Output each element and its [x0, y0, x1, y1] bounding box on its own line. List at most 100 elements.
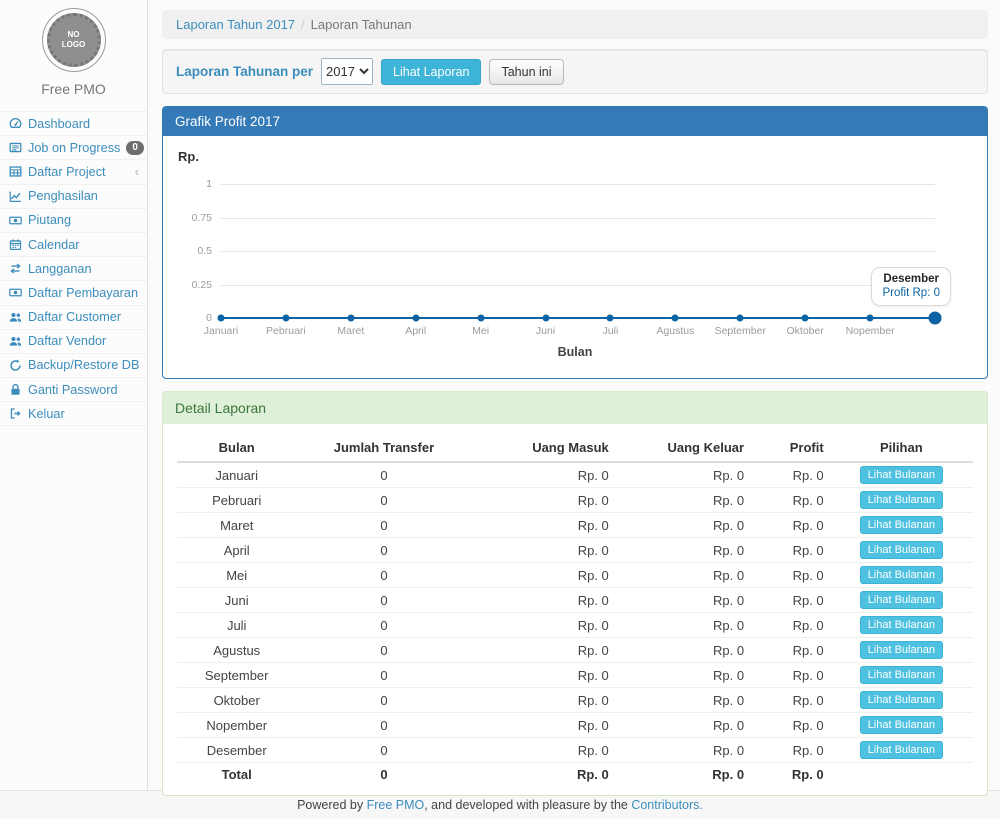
cell-profit: Rp. 0 — [750, 538, 830, 563]
column-header-uang-masuk: Uang Masuk — [472, 434, 615, 462]
lihat-bulanan-button-nopember[interactable]: Lihat Bulanan — [860, 716, 943, 734]
lihat-bulanan-button-april[interactable]: Lihat Bulanan — [860, 541, 943, 559]
table-row-januari: Januari0Rp. 0Rp. 0Rp. 0Lihat Bulanan — [177, 462, 973, 488]
sidebar-item-backup-restore-db[interactable]: Backup/Restore DB — [0, 354, 147, 378]
table-row-oktober: Oktober0Rp. 0Rp. 0Rp. 0Lihat Bulanan — [177, 688, 973, 713]
sidebar-item-ganti-password[interactable]: Ganti Password — [0, 378, 147, 402]
sidebar-item-daftar-customer[interactable]: Daftar Customer — [0, 306, 147, 330]
data-point-mei[interactable] — [477, 315, 484, 322]
sidebar-item-langganan[interactable]: Langganan — [0, 257, 147, 281]
cell-jumlah-transfer: 0 — [296, 613, 471, 638]
sidebar-item-label: Job on Progress — [28, 141, 120, 155]
sidebar-item-daftar-vendor[interactable]: Daftar Vendor — [0, 330, 147, 354]
cell-bulan: Maret — [177, 513, 296, 538]
table-row-juli: Juli0Rp. 0Rp. 0Rp. 0Lihat Bulanan — [177, 613, 973, 638]
x-axis-label-april: April — [405, 325, 426, 337]
data-point-desember[interactable] — [929, 312, 942, 325]
lihat-bulanan-button-januari[interactable]: Lihat Bulanan — [860, 466, 943, 484]
cell-uang-masuk: Rp. 0 — [472, 588, 615, 613]
y-axis-tick-label: 0.25 — [192, 279, 212, 291]
table-row-mei: Mei0Rp. 0Rp. 0Rp. 0Lihat Bulanan — [177, 563, 973, 588]
cell-profit: Rp. 0 — [750, 688, 830, 713]
sidebar-item-label: Penghasilan — [28, 189, 98, 203]
cell-uang-masuk: Rp. 0 — [472, 713, 615, 738]
data-point-agustus[interactable] — [672, 315, 679, 322]
cell-profit: Rp. 0 — [750, 663, 830, 688]
sidebar-item-label: Ganti Password — [28, 383, 118, 397]
sidebar-item-daftar-pembayaran[interactable]: Daftar Pembayaran — [0, 281, 147, 305]
logo: NO LOGO — [42, 8, 106, 72]
cell-jumlah-transfer: 0 — [296, 738, 471, 763]
cell-uang-masuk: Rp. 0 — [472, 663, 615, 688]
cell-uang-masuk: Rp. 0 — [472, 462, 615, 488]
cell-jumlah-transfer: 0 — [296, 488, 471, 513]
profit-chart-panel: Grafik Profit 2017 Rp. Desember Profit R… — [162, 106, 988, 379]
x-axis-label-januari: Januari — [204, 325, 238, 337]
cell-uang-masuk: Rp. 0 — [472, 488, 615, 513]
sidebar-item-calendar[interactable]: Calendar — [0, 233, 147, 257]
tooltip-month: Desember — [882, 273, 940, 285]
lihat-bulanan-button-agustus[interactable]: Lihat Bulanan — [860, 641, 943, 659]
tahun-ini-button[interactable]: Tahun ini — [489, 59, 563, 85]
contributors-link[interactable]: Contributors. — [631, 798, 703, 812]
lihat-bulanan-button-september[interactable]: Lihat Bulanan — [860, 666, 943, 684]
y-axis-tick-label: 0.75 — [192, 212, 212, 224]
gridline — [221, 251, 935, 252]
lihat-bulanan-button-maret[interactable]: Lihat Bulanan — [860, 516, 943, 534]
x-axis-label-mei: Mei — [472, 325, 489, 337]
sidebar-item-dashboard[interactable]: Dashboard — [0, 112, 147, 136]
cell-bulan: Juli — [177, 613, 296, 638]
footer-text: Powered by Free PMO, and developed with … — [297, 798, 703, 812]
cell-profit: Rp. 0 — [750, 488, 830, 513]
data-point-oktober[interactable] — [802, 315, 809, 322]
year-select[interactable]: 2017 — [321, 58, 373, 85]
cell-pilihan: Lihat Bulanan — [830, 488, 973, 513]
x-axis-label-juli: Juli — [603, 325, 619, 337]
monthly-report-table: BulanJumlah TransferUang MasukUang Kelua… — [177, 434, 973, 787]
data-point-januari[interactable] — [218, 315, 225, 322]
lock-icon — [8, 383, 22, 397]
sidebar-item-keluar[interactable]: Keluar — [0, 402, 147, 426]
cell-uang-keluar: Rp. 0 — [615, 563, 750, 588]
users-icon — [8, 334, 22, 348]
sidebar-item-label: Dashboard — [28, 117, 90, 131]
cell-uang-keluar: Rp. 0 — [615, 588, 750, 613]
x-axis-label-nopember: Nopember — [846, 325, 895, 337]
data-point-pebruari[interactable] — [282, 315, 289, 322]
x-axis-title: Bulan — [177, 345, 973, 359]
cell-jumlah-transfer: 0 — [296, 588, 471, 613]
lihat-laporan-button[interactable]: Lihat Laporan — [381, 59, 481, 85]
lihat-bulanan-button-oktober[interactable]: Lihat Bulanan — [860, 691, 943, 709]
sidebar-item-penghasilan[interactable]: Penghasilan — [0, 185, 147, 209]
cell-uang-keluar: Rp. 0 — [615, 688, 750, 713]
lihat-bulanan-button-mei[interactable]: Lihat Bulanan — [860, 566, 943, 584]
x-axis-label-juni: Juni — [536, 325, 555, 337]
data-point-september[interactable] — [737, 315, 744, 322]
cell-uang-keluar: Rp. 0 — [615, 538, 750, 563]
detail-panel-body: BulanJumlah TransferUang MasukUang Kelua… — [163, 424, 987, 795]
sidebar-item-job-on-progress[interactable]: Job on Progress 0 — [0, 136, 147, 160]
cell-profit: Rp. 0 — [750, 513, 830, 538]
refresh-icon — [8, 358, 22, 372]
data-point-juli[interactable] — [607, 315, 614, 322]
table-row-desember: Desember0Rp. 0Rp. 0Rp. 0Lihat Bulanan — [177, 738, 973, 763]
breadcrumb-link-laporan-tahun[interactable]: Laporan Tahun 2017 — [176, 17, 295, 32]
data-point-nopember[interactable] — [867, 315, 874, 322]
cell-uang-keluar: Rp. 0 — [615, 638, 750, 663]
data-point-maret[interactable] — [347, 315, 354, 322]
total-cell-jumlah-transfer: 0 — [296, 763, 471, 787]
table-row-agustus: Agustus0Rp. 0Rp. 0Rp. 0Lihat Bulanan — [177, 638, 973, 663]
lihat-bulanan-button-desember[interactable]: Lihat Bulanan — [860, 741, 943, 759]
sidebar-item-label: Calendar — [28, 238, 80, 252]
data-point-juni[interactable] — [542, 315, 549, 322]
data-point-april[interactable] — [412, 315, 419, 322]
job-count-badge: 0 — [126, 141, 144, 155]
free-pmo-link[interactable]: Free PMO — [367, 798, 425, 812]
lihat-bulanan-button-pebruari[interactable]: Lihat Bulanan — [860, 491, 943, 509]
column-header-uang-keluar: Uang Keluar — [615, 434, 750, 462]
sidebar-item-daftar-project[interactable]: Daftar Project‹ — [0, 160, 147, 184]
lihat-bulanan-button-juni[interactable]: Lihat Bulanan — [860, 591, 943, 609]
cell-jumlah-transfer: 0 — [296, 688, 471, 713]
lihat-bulanan-button-juli[interactable]: Lihat Bulanan — [860, 616, 943, 634]
sidebar-item-piutang[interactable]: Piutang — [0, 209, 147, 233]
